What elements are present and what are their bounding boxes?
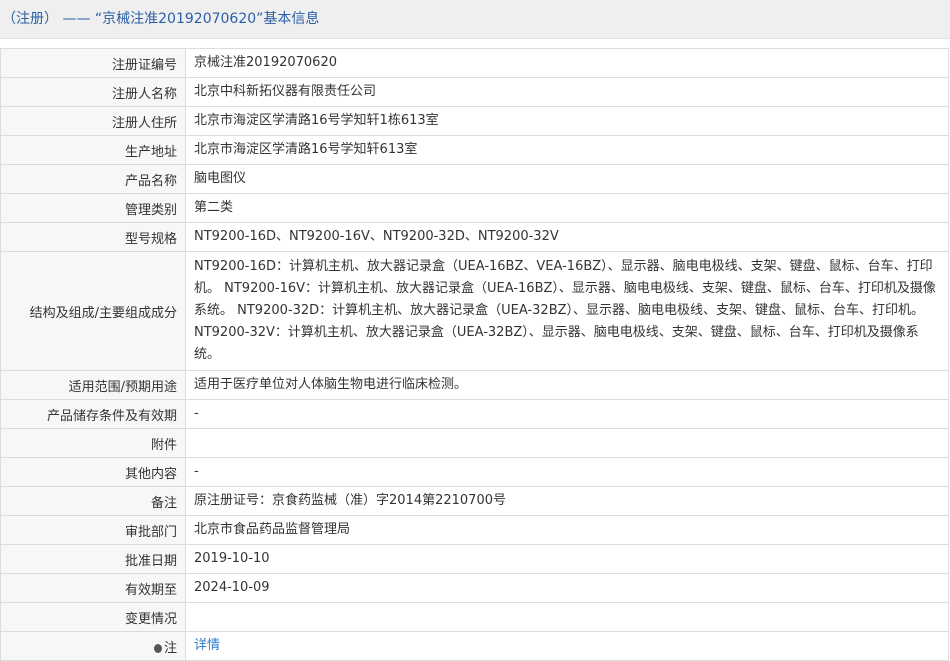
row-label: 产品储存条件及有效期 [0,399,186,429]
row-label: 审批部门 [0,515,186,545]
table-row: 其他内容 - [0,457,949,487]
row-value: 京械注准20192070620 [185,48,949,78]
row-value: 第二类 [185,193,949,223]
row-label: 备注 [0,486,186,516]
row-label: 产品名称 [0,164,186,194]
table-row: 变更情况 [0,602,949,632]
row-value: 北京市食品药品监督管理局 [185,515,949,545]
table-row: 注册人住所 北京市海淀区学清路16号学知轩1栋613室 [0,106,949,136]
table-row: 结构及组成/主要组成成分 NT9200-16D：计算机主机、放大器记录盒（UEA-… [0,251,949,371]
row-label: 型号规格 [0,222,186,252]
row-value: 2019-10-10 [185,544,949,574]
table-row: 生产地址 北京市海淀区学清路16号学知轩613室 [0,135,949,165]
row-value: - [185,399,949,429]
row-label: 其他内容 [0,457,186,487]
row-label: 注册人住所 [0,106,186,136]
row-value: 2024-10-09 [185,573,949,603]
table-row: 审批部门 北京市食品药品监督管理局 [0,515,949,545]
table-row: 型号规格 NT9200-16D、NT9200-16V、NT9200-32D、NT9… [0,222,949,252]
row-value: 原注册证号：京食药监械（准）字2014第2210700号 [185,486,949,516]
table-row: 批准日期 2019-10-10 [0,544,949,574]
row-label: 管理类别 [0,193,186,223]
table-row: 备注 原注册证号：京食药监械（准）字2014第2210700号 [0,486,949,516]
row-label: 生产地址 [0,135,186,165]
row-value: NT9200-16D、NT9200-16V、NT9200-32D、NT9200-… [185,222,949,252]
bulb-icon [153,643,162,653]
table-row: 注册证编号 京械注准20192070620 [0,48,949,78]
row-value [185,428,949,458]
row-label: 注册证编号 [0,48,186,78]
row-value: 适用于医疗单位对人体脑生物电进行临床检测。 [185,370,949,400]
table-row: 管理类别 第二类 [0,193,949,223]
table-row: 产品名称 脑电图仪 [0,164,949,194]
row-value: 北京市海淀区学清路16号学知轩613室 [185,135,949,165]
row-value: 北京中科新拓仪器有限责任公司 [185,77,949,107]
row-value: - [185,457,949,487]
table-row: 有效期至 2024-10-09 [0,573,949,603]
row-label: 有效期至 [0,573,186,603]
row-label: 批准日期 [0,544,186,574]
table-row: 适用范围/预期用途 适用于医疗单位对人体脑生物电进行临床检测。 [0,370,949,400]
table-row: 产品储存条件及有效期 - [0,399,949,429]
row-label: 结构及组成/主要组成成分 [0,251,186,371]
row-label: 适用范围/预期用途 [0,370,186,400]
note-row: 注 详情 [0,631,949,661]
row-label: 变更情况 [0,602,186,632]
row-value [185,602,949,632]
row-value: 北京市海淀区学清路16号学知轩1栋613室 [185,106,949,136]
row-label: 注册人名称 [0,77,186,107]
row-label: 附件 [0,428,186,458]
row-value: NT9200-16D：计算机主机、放大器记录盒（UEA-16BZ、VEA-16B… [185,251,949,371]
row-value: 脑电图仪 [185,164,949,194]
table-row: 注册人名称 北京中科新拓仪器有限责任公司 [0,77,949,107]
table-row: 附件 [0,428,949,458]
details-link[interactable]: 详情 [194,638,220,653]
page-title: （注册） —— “京械注准20192070620”基本信息 [0,0,950,39]
note-label: 注 [163,640,177,656]
info-table: 注册证编号 京械注准20192070620 注册人名称 北京中科新拓仪器有限责任公司注… [0,48,949,661]
